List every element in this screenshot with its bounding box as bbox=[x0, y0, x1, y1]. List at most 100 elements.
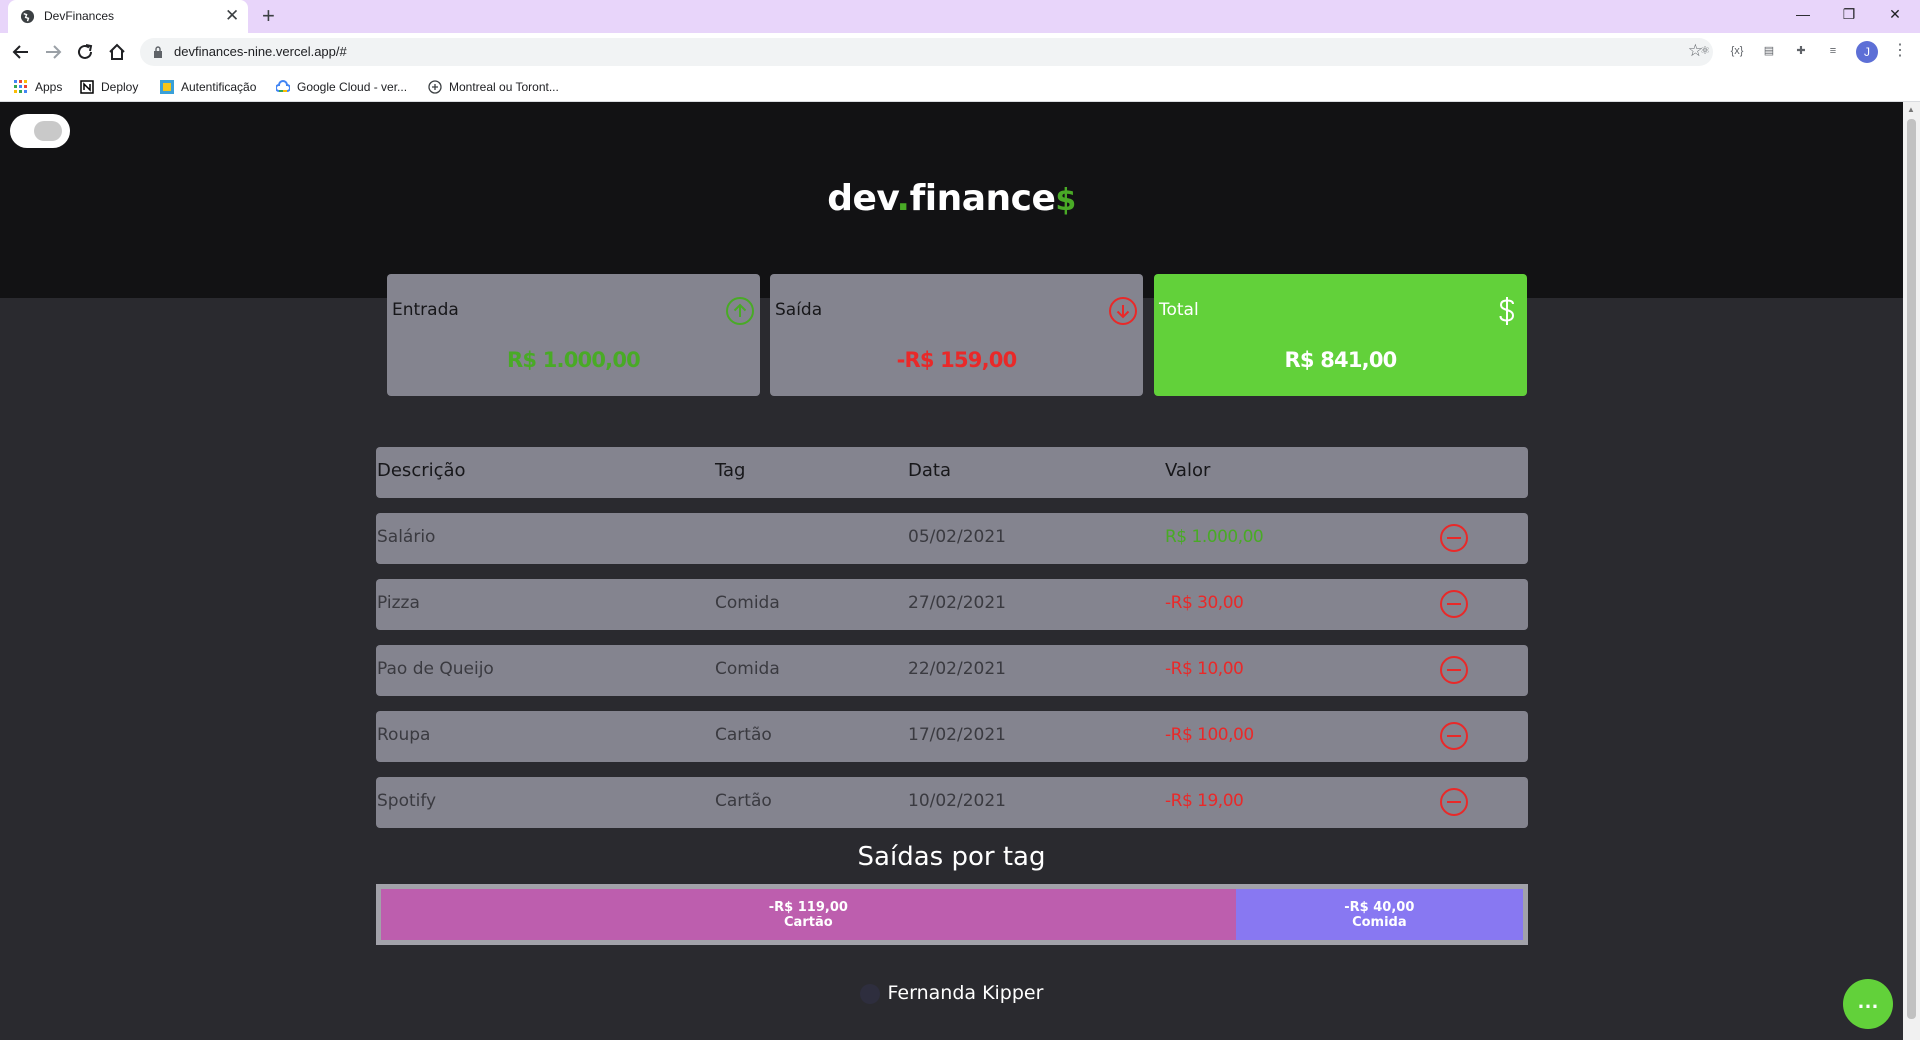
scroll-up-icon[interactable]: ▲ bbox=[1907, 105, 1915, 114]
globe-icon bbox=[20, 9, 35, 24]
notion-icon bbox=[80, 80, 94, 94]
row-tag: Comida bbox=[715, 593, 780, 613]
page-viewport: dev.finance$ Entrada R$ 1.000,00 Saída -… bbox=[0, 102, 1903, 1040]
bookmarks-bar: Apps Deploy Autentificação Google Cloud … bbox=[0, 71, 1920, 102]
logo-dot: . bbox=[896, 178, 910, 219]
chat-button[interactable]: … bbox=[1843, 979, 1893, 1029]
row-tag: Comida bbox=[715, 659, 780, 679]
arrow-down-circle-icon bbox=[1109, 297, 1137, 325]
th-description: Descrição bbox=[377, 460, 466, 481]
table-row: Spotify Cartão 10/02/2021 -R$ 19,00 bbox=[376, 777, 1528, 828]
table-header: Descrição Tag Data Valor bbox=[376, 447, 1528, 498]
row-amount: -R$ 10,00 bbox=[1165, 659, 1244, 679]
row-date: 05/02/2021 bbox=[908, 527, 1006, 547]
bookmark-apps[interactable]: Apps bbox=[14, 78, 62, 96]
row-description: Spotify bbox=[377, 791, 437, 811]
back-icon[interactable] bbox=[10, 41, 32, 63]
tab-close-icon[interactable]: ✕ bbox=[225, 6, 239, 26]
tag-segment-comida: -R$ 40,00 Comida bbox=[1235, 889, 1523, 940]
card-expense-label: Saída bbox=[775, 300, 823, 320]
logo-dev: dev bbox=[827, 178, 897, 219]
browser-tab-strip: DevFinances ✕ + — ❐ ✕ bbox=[0, 0, 1920, 33]
author-name[interactable]: Fernanda Kipper bbox=[888, 982, 1044, 1004]
forward-icon[interactable] bbox=[42, 41, 64, 63]
row-date: 17/02/2021 bbox=[908, 725, 1006, 745]
toggle-knob bbox=[34, 121, 62, 141]
footer: Fernanda Kipper bbox=[0, 982, 1903, 1004]
new-tab-icon[interactable]: + bbox=[262, 3, 275, 29]
home-icon[interactable] bbox=[106, 41, 128, 63]
card-expense-value: -R$ 159,00 bbox=[896, 348, 1018, 372]
react-devtools-icon[interactable]: ⚛ bbox=[1696, 42, 1714, 60]
app-logo: dev.finance$ bbox=[0, 178, 1903, 219]
tag-segment-cartao: -R$ 119,00 Cartão bbox=[381, 889, 1236, 940]
media-queue-icon[interactable]: ≡ bbox=[1824, 42, 1842, 60]
lock-icon bbox=[154, 46, 162, 58]
arrow-up-circle-icon bbox=[726, 297, 754, 325]
tag-summary-title: Saídas por tag bbox=[857, 842, 1046, 872]
logo-dollar: $ bbox=[1055, 183, 1076, 218]
remove-transaction-icon[interactable] bbox=[1439, 787, 1469, 817]
card-income: Entrada R$ 1.000,00 bbox=[387, 274, 760, 396]
remove-transaction-icon[interactable] bbox=[1439, 655, 1469, 685]
page-header: dev.finance$ bbox=[0, 102, 1903, 298]
remove-transaction-icon[interactable] bbox=[1439, 721, 1469, 751]
tag-segment-amount: -R$ 40,00 bbox=[1344, 899, 1415, 915]
bookmark-label: Montreal ou Toront... bbox=[449, 80, 559, 94]
bookmark-label: Google Cloud - ver... bbox=[297, 80, 408, 94]
author-avatar bbox=[859, 983, 880, 1004]
card-income-value: R$ 1.000,00 bbox=[507, 348, 641, 372]
row-date: 10/02/2021 bbox=[908, 791, 1006, 811]
tag-segment-label: Comida bbox=[1352, 914, 1407, 930]
bookmark-autentificacao[interactable]: Autentificação bbox=[160, 78, 256, 96]
remove-transaction-icon[interactable] bbox=[1439, 523, 1469, 553]
remove-transaction-icon[interactable] bbox=[1439, 589, 1469, 619]
row-date: 27/02/2021 bbox=[908, 593, 1006, 613]
card-total-value: R$ 841,00 bbox=[1284, 348, 1398, 372]
window-close-icon[interactable]: ✕ bbox=[1872, 4, 1918, 24]
tag-segment-amount: -R$ 119,00 bbox=[768, 899, 848, 915]
row-amount: -R$ 100,00 bbox=[1165, 725, 1254, 745]
card-total-label: Total bbox=[1159, 300, 1199, 320]
reload-icon[interactable] bbox=[74, 41, 96, 63]
row-date: 22/02/2021 bbox=[908, 659, 1006, 679]
bookmark-image-icon bbox=[160, 80, 174, 94]
globe-plus-icon bbox=[428, 80, 442, 94]
url-text: devfinances-nine.vercel.app/# bbox=[174, 44, 347, 59]
address-bar[interactable]: devfinances-nine.vercel.app/# ☆ bbox=[140, 38, 1713, 66]
browser-toolbar: devfinances-nine.vercel.app/# ☆ ⚛ {x} ▤ … bbox=[0, 33, 1920, 71]
bookmark-google-cloud[interactable]: Google Cloud - ver... bbox=[276, 78, 407, 96]
minimize-icon[interactable]: — bbox=[1780, 4, 1826, 24]
restore-icon[interactable]: ❐ bbox=[1826, 4, 1872, 24]
row-description: Pizza bbox=[377, 593, 420, 613]
page-scrollbar[interactable]: ▲ bbox=[1903, 102, 1920, 1040]
row-description: Pao de Queijo bbox=[377, 659, 494, 679]
browser-tab[interactable]: DevFinances ✕ bbox=[8, 0, 248, 33]
tag-segment-label: Cartão bbox=[784, 914, 833, 930]
row-tag: Cartão bbox=[715, 791, 772, 811]
th-value: Valor bbox=[1165, 460, 1211, 481]
logo-finance: finance bbox=[909, 178, 1056, 219]
bookmark-label: Deploy bbox=[101, 80, 139, 94]
card-total: Total R$ 841,00 bbox=[1154, 274, 1527, 396]
profile-avatar[interactable]: J bbox=[1856, 41, 1878, 63]
extension-box-icon[interactable]: ▤ bbox=[1760, 42, 1778, 60]
browser-menu-icon[interactable]: ⋮ bbox=[1892, 39, 1908, 63]
table-row: Roupa Cartão 17/02/2021 -R$ 100,00 bbox=[376, 711, 1528, 762]
dollar-icon bbox=[1499, 297, 1515, 325]
th-date: Data bbox=[908, 460, 951, 481]
bookmark-deploy[interactable]: Deploy bbox=[80, 78, 138, 96]
table-row: Pizza Comida 27/02/2021 -R$ 30,00 bbox=[376, 579, 1528, 630]
extensions-puzzle-icon[interactable]: ✚ bbox=[1792, 42, 1810, 60]
row-amount: R$ 1.000,00 bbox=[1165, 527, 1264, 547]
row-tag: Cartão bbox=[715, 725, 772, 745]
scrollbar-thumb[interactable] bbox=[1907, 119, 1916, 1019]
tag-summary-bar: -R$ 119,00 Cartão -R$ 40,00 Comida bbox=[376, 884, 1528, 945]
json-viewer-icon[interactable]: {x} bbox=[1728, 42, 1746, 60]
dark-mode-toggle[interactable] bbox=[10, 114, 70, 148]
google-cloud-icon bbox=[276, 80, 290, 92]
th-tag: Tag bbox=[715, 460, 746, 481]
bookmark-montreal[interactable]: Montreal ou Toront... bbox=[428, 78, 559, 96]
row-description: Salário bbox=[377, 527, 436, 547]
row-amount: -R$ 30,00 bbox=[1165, 593, 1244, 613]
